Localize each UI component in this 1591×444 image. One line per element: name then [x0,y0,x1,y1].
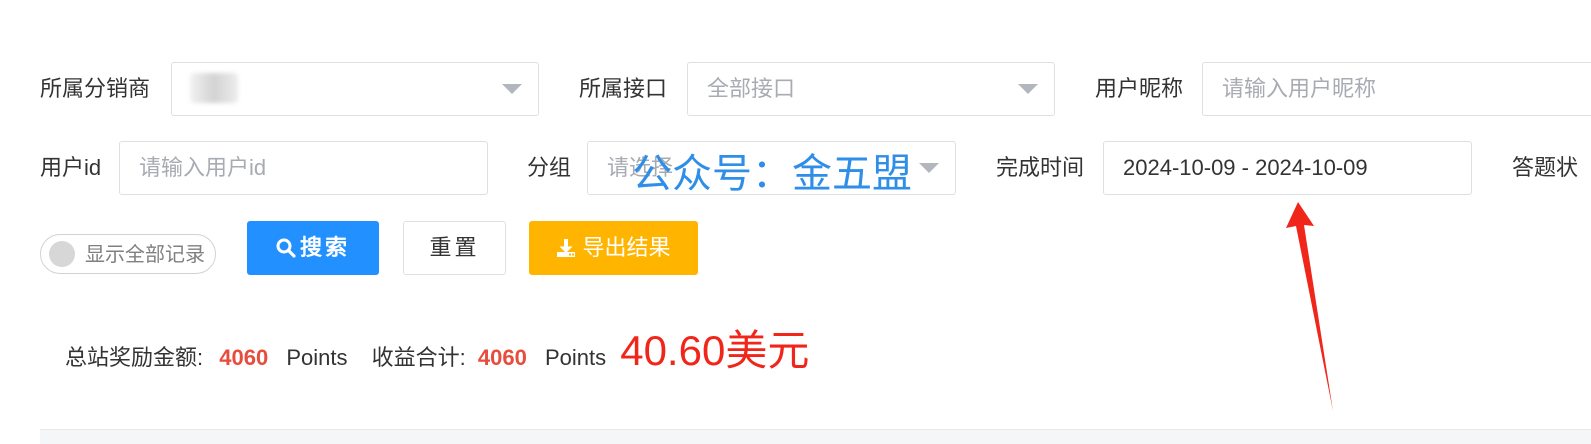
income-unit: Points [544,345,607,370]
toggle-knob [49,241,75,267]
time-label: 完成时间 [996,155,1085,180]
group-label: 分组 [527,155,572,180]
interface-select[interactable]: 全部接口 [687,62,1055,116]
show-all-label: 显示全部记录 [85,244,205,266]
time-range-value: 2024-10-09 - 2024-10-09 [1123,155,1368,180]
distributor-select[interactable] [171,62,539,116]
interface-selected-value: 全部接口 [707,76,796,101]
total-reward-unit: Points [286,345,348,370]
chevron-down-icon [919,163,939,173]
show-all-toggle[interactable]: 显示全部记录 [40,234,216,274]
income-value: 4060 [477,345,527,370]
nickname-input[interactable]: 请输入用户昵称 [1202,62,1591,116]
usd-amount: 40.60美元 [620,327,810,374]
chevron-down-icon [1018,84,1038,94]
total-reward-label: 总站奖励金额: [65,345,204,370]
userid-input[interactable]: 请输入用户id [119,141,488,195]
export-button[interactable]: 导出结果 [529,221,698,275]
nickname-placeholder: 请输入用户昵称 [1222,76,1377,101]
search-label: 搜索 [299,235,350,260]
search-button[interactable]: 搜索 [247,221,379,275]
search-icon [276,238,296,258]
table-top-divider [40,429,1591,444]
income-label: 收益合计: [371,345,466,370]
download-icon [557,239,576,257]
userid-label: 用户id [40,155,102,180]
answer-status-label: 答题状 [1512,155,1579,180]
reset-button[interactable]: 重置 [403,221,506,275]
interface-label: 所属接口 [579,76,668,101]
redacted-value [190,73,238,103]
distributor-label: 所属分销商 [40,76,151,101]
export-label: 导出结果 [582,235,671,260]
total-reward-value: 4060 [219,345,269,370]
chevron-down-icon [502,84,522,94]
watermark-text: 公众号：金五盟 [632,152,912,196]
time-range-input[interactable]: 2024-10-09 - 2024-10-09 [1103,141,1472,195]
summary-line: 总站奖励金额: 4060 Points 收益合计: 4060 Points 40… [65,326,809,383]
userid-placeholder: 请输入用户id [139,155,267,180]
nickname-label: 用户昵称 [1095,76,1184,101]
reset-label: 重置 [429,235,480,260]
